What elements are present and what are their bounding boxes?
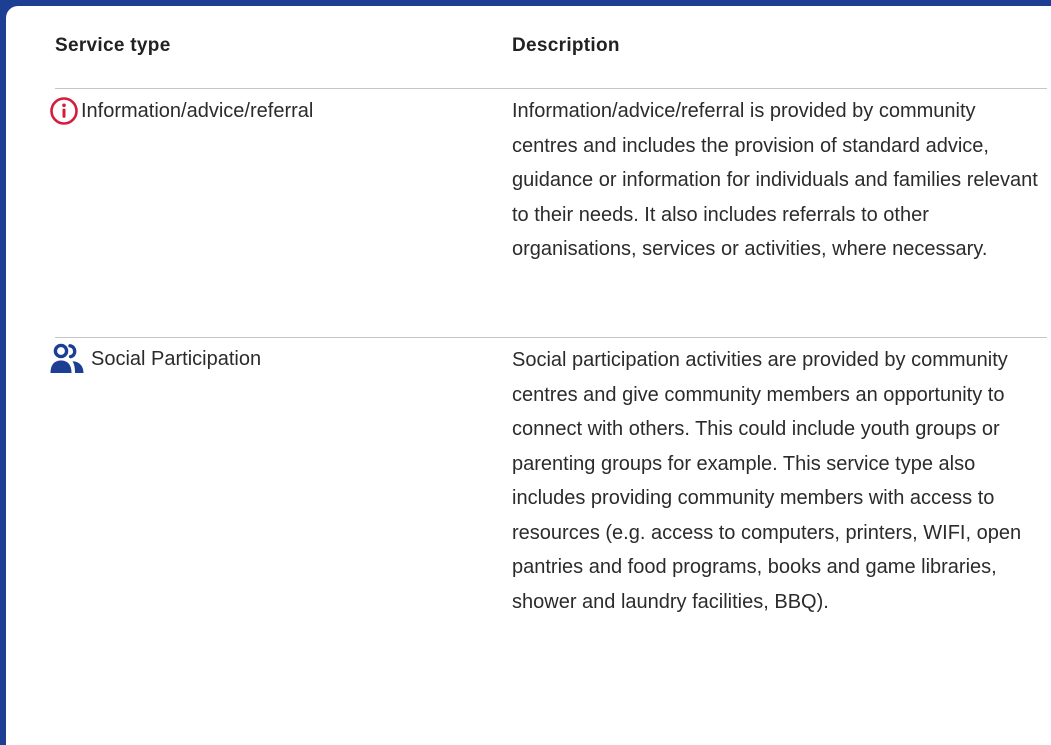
table-row: Information/advice/referral Information/… [50,89,1047,338]
service-type-label: Information/advice/referral [81,99,314,122]
info-circle-icon [49,96,79,126]
service-description: Social participation activities are prov… [512,349,1022,613]
table-header-row: Service type Description [55,6,1047,89]
header-description: Description [512,35,620,56]
service-type-label: Social Participation [91,347,262,370]
people-icon [49,343,85,375]
header-service-type: Service type [55,35,171,56]
service-description: Information/advice/referral is provided … [512,100,1038,260]
service-type-table: Service type Description Information/adv… [50,6,1047,742]
table-row: Social Participation Social participatio… [50,338,1047,742]
content-panel: Service type Description Information/adv… [6,6,1051,745]
service-type-cell: Information/advice/referral [49,96,313,126]
service-type-cell: Social Participation [49,343,261,375]
